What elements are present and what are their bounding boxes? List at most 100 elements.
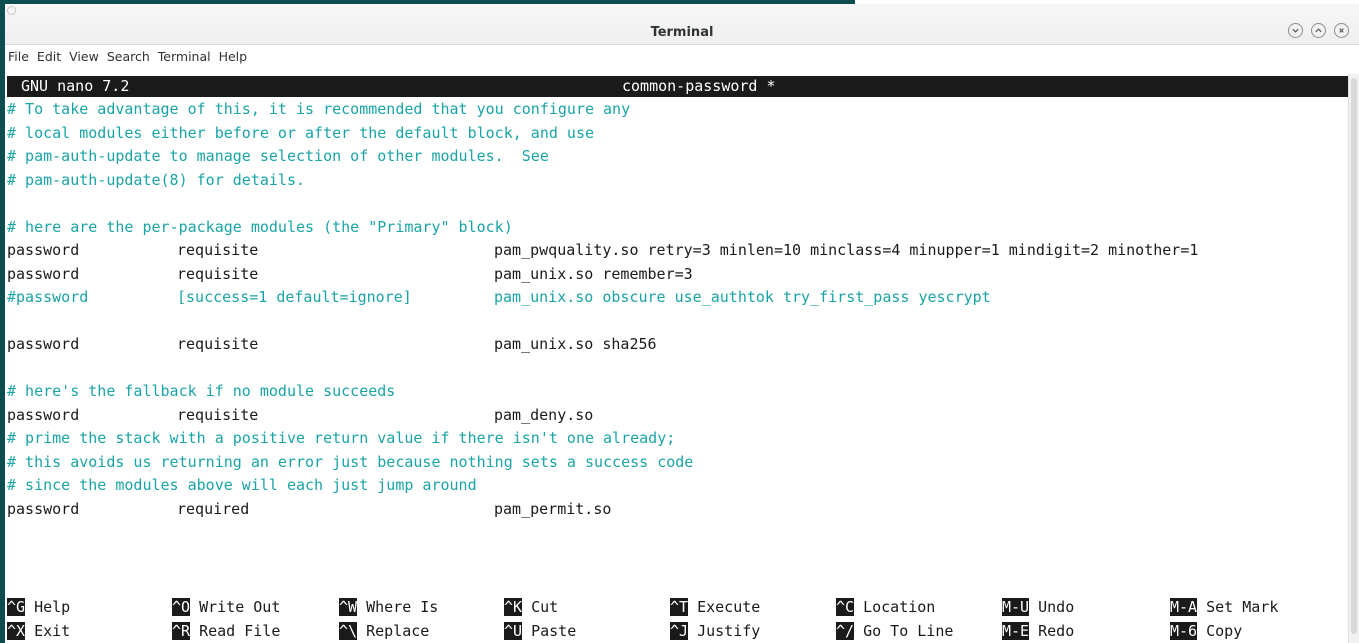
- scrollbar[interactable]: [1348, 74, 1359, 643]
- editor-line[interactable]: # this avoids us returning an error just…: [7, 451, 1347, 474]
- chevron-down-icon: [1292, 28, 1299, 33]
- shortcut-item[interactable]: ^U Paste: [504, 620, 576, 643]
- nano-filename: common-password *: [622, 77, 776, 95]
- shortcut-item[interactable]: M-6 Copy: [1170, 620, 1242, 643]
- close-button[interactable]: [1334, 23, 1349, 38]
- comment-text: # this avoids us returning an error just…: [7, 452, 694, 471]
- shortcut-key: ^T: [670, 598, 689, 616]
- rule-control: required: [177, 499, 250, 518]
- rule-type: password: [7, 499, 80, 518]
- comment-text: # since the modules above will each just…: [7, 476, 477, 494]
- rule-module: pam_unix.so obscure use_authtok try_firs…: [494, 288, 991, 306]
- shortcut-item[interactable]: ^R Read File: [172, 620, 280, 643]
- rule-type: password: [7, 405, 80, 424]
- nano-version: GNU nano 7.2: [21, 77, 130, 95]
- editor-line[interactable]: # pam-auth-update to manage selection of…: [7, 145, 1347, 168]
- editor-line[interactable]: # local modules either before or after t…: [7, 122, 1347, 145]
- shortcut-key: M-E: [1002, 622, 1030, 640]
- shortcut-label: Undo: [1029, 598, 1075, 616]
- editor-line[interactable]: # here are the per-package modules (the …: [7, 216, 1347, 239]
- editor-line[interactable]: password requisite pam_pwquality.so retry=…: [7, 239, 1347, 262]
- editor-line[interactable]: # here's the fallback if no module succe…: [7, 380, 1347, 403]
- rule-type: password: [7, 264, 80, 283]
- editor-line[interactable]: [7, 310, 1347, 333]
- rule-type: password: [7, 241, 80, 259]
- rule-control: requisite: [177, 264, 259, 283]
- shortcut-label: Copy: [1197, 622, 1243, 640]
- chevron-up-icon: [1315, 28, 1322, 33]
- menu-edit[interactable]: Edit: [36, 49, 62, 69]
- shortcut-key: ^R: [172, 622, 191, 640]
- shortcut-item[interactable]: ^T Execute: [670, 596, 760, 619]
- menu-terminal[interactable]: Terminal: [157, 49, 212, 69]
- shortcut-item[interactable]: ^C Location: [836, 596, 935, 619]
- rule-module: pam_unix.so sha256: [494, 335, 657, 353]
- editor-line[interactable]: password requisite pam_unix.so sha256: [7, 333, 1347, 356]
- rule-control: requisite: [177, 335, 259, 353]
- rule-module: pam_permit.so: [494, 499, 612, 518]
- shortcut-key: M-U: [1002, 598, 1030, 616]
- title-bar[interactable]: Terminal: [5, 4, 1359, 45]
- shortcut-item[interactable]: ^G Help: [7, 596, 70, 619]
- shortcut-item[interactable]: ^/ Go To Line: [836, 620, 953, 643]
- editor-line[interactable]: password requisite pam_unix.so remember=3: [7, 263, 1347, 286]
- close-icon: [1339, 28, 1344, 33]
- shortcut-label: Paste: [522, 622, 577, 640]
- editor-line[interactable]: # To take advantage of this, it is recom…: [7, 98, 1347, 121]
- rule-module: pam_unix.so remember=3: [494, 264, 693, 283]
- comment-text: # prime the stack with a positive return…: [7, 429, 676, 447]
- rule-module: pam_pwquality.so retry=3 minlen=10 mincl…: [494, 241, 1199, 259]
- editor-line[interactable]: # prime the stack with a positive return…: [7, 427, 1347, 450]
- rule-type: password: [7, 335, 80, 353]
- shortcut-row-1: ^G Help ^O Write Out ^W Where Is ^K Cut ^T E…: [7, 596, 1347, 619]
- editor-line[interactable]: # since the modules above will each just…: [7, 474, 1347, 497]
- menu-view[interactable]: View: [68, 49, 100, 69]
- shortcut-item[interactable]: ^J Justify: [670, 620, 760, 643]
- rule-type: #password: [7, 288, 89, 306]
- shortcut-item[interactable]: ^K Cut: [504, 596, 558, 619]
- shortcut-item[interactable]: ^O Write Out: [172, 596, 280, 619]
- editor-line[interactable]: [7, 192, 1347, 215]
- shortcut-key: ^X: [7, 622, 26, 640]
- terminal-window: Terminal File Edit View Search Terminal …: [5, 4, 1359, 643]
- shortcut-item[interactable]: ^X Exit: [7, 620, 70, 643]
- shortcut-key: ^J: [670, 622, 689, 640]
- comment-text: # local modules either before or after t…: [7, 123, 594, 142]
- menu-file[interactable]: File: [7, 49, 30, 69]
- shortcut-row-2: ^X Exit ^R Read File ^\ Replace ^U Paste ^J …: [7, 620, 1347, 643]
- shortcut-label: Replace: [357, 622, 430, 640]
- shortcut-label: Write Out: [190, 598, 281, 616]
- shortcut-label: Redo: [1029, 622, 1075, 640]
- shortcut-item[interactable]: ^\ Replace: [339, 620, 429, 643]
- editor-line[interactable]: [7, 357, 1347, 380]
- comment-text: # here are the per-package modules (the …: [7, 217, 513, 236]
- comment-text: # pam-auth-update to manage selection of…: [7, 147, 549, 165]
- shortcut-key: M-A: [1170, 598, 1198, 616]
- editor-line[interactable]: #password [success=1 default=ignore] pam_u…: [7, 286, 1347, 309]
- window-title: Terminal: [650, 25, 714, 40]
- shortcut-label: Read File: [190, 622, 281, 640]
- terminal-area[interactable]: GNU nano 7.2 common-password * # To take…: [5, 74, 1359, 643]
- menu-search[interactable]: Search: [106, 49, 151, 69]
- editor-line[interactable]: password required pam_permit.so: [7, 498, 1347, 521]
- comment-text: # To take advantage of this, it is recom…: [7, 100, 631, 118]
- shortcut-key: ^U: [504, 622, 523, 640]
- window-menu-icon[interactable]: [7, 6, 16, 15]
- shortcut-item[interactable]: M-U Undo: [1002, 596, 1074, 619]
- shortcut-item[interactable]: M-E Redo: [1002, 620, 1074, 643]
- editor-line[interactable]: password requisite pam_deny.so: [7, 404, 1347, 427]
- shortcut-item[interactable]: ^W Where Is: [339, 596, 438, 619]
- maximize-button[interactable]: [1311, 23, 1326, 38]
- menu-bar: File Edit View Search Terminal Help: [5, 49, 248, 69]
- scrollbar-thumb[interactable]: [1351, 78, 1357, 634]
- shortcut-label: Location: [854, 598, 936, 616]
- menu-help[interactable]: Help: [218, 49, 249, 69]
- minimize-button[interactable]: [1288, 23, 1303, 38]
- shortcut-item[interactable]: M-A Set Mark: [1170, 596, 1278, 619]
- rule-module: pam_deny.so: [494, 405, 594, 424]
- shortcut-key: ^K: [504, 598, 523, 616]
- editor-line[interactable]: # pam-auth-update(8) for details.: [7, 169, 1347, 192]
- shortcut-label: Help: [25, 598, 71, 616]
- shortcut-label: Where Is: [357, 598, 439, 616]
- shortcut-label: Set Mark: [1197, 598, 1279, 616]
